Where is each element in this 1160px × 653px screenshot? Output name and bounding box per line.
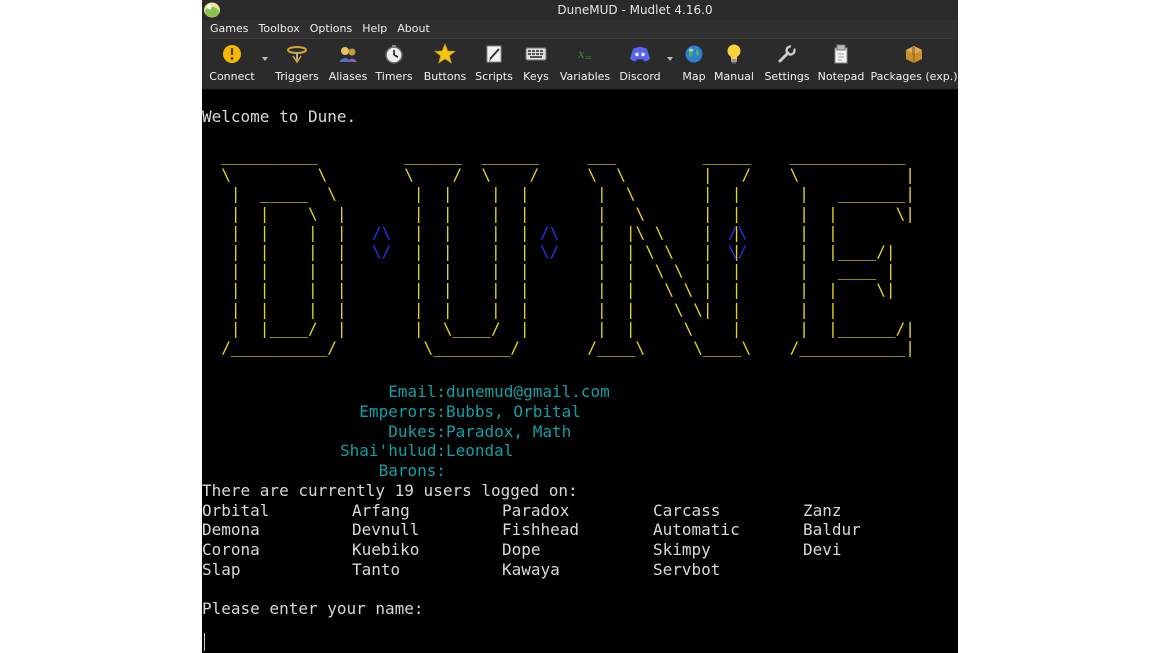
info-value-email: dunemud@gmail.com	[446, 382, 610, 401]
user-name: Skimpy	[653, 540, 711, 559]
triggers-label: Triggers	[275, 70, 319, 83]
map-label: Map	[682, 70, 706, 83]
user-name: Kuebiko	[352, 540, 420, 559]
info-label-emperors: Emperors:	[359, 402, 446, 421]
user-name: Tanto	[352, 560, 401, 579]
settings-button[interactable]: Settings	[764, 39, 810, 89]
svg-text:x: x	[578, 47, 585, 61]
notepad-label: Notepad	[817, 70, 865, 83]
user-name: Paradox	[502, 501, 570, 520]
user-name: Kawaya	[502, 560, 560, 579]
info-value-dukes: Paradox, Math	[446, 422, 572, 441]
keys-label: Keys	[523, 70, 549, 83]
info-value-shaihulud: Leondal	[446, 441, 514, 460]
discord-button[interactable]: Discord	[618, 39, 662, 89]
aliases-label: Aliases	[328, 70, 368, 83]
variables-button[interactable]: x = Variables	[558, 39, 612, 89]
connect-button[interactable]: Connect	[209, 39, 255, 89]
user-name: Baldur	[803, 520, 861, 539]
aliases-button[interactable]: Aliases	[328, 39, 368, 89]
user-name: Slap	[202, 560, 241, 579]
menu-toolbox[interactable]: Toolbox	[253, 20, 304, 38]
keyboard-icon	[525, 43, 547, 65]
scripts-button[interactable]: Scripts	[474, 39, 514, 89]
variables-label: Variables	[559, 70, 611, 83]
diamond-top-3: /\	[728, 222, 748, 242]
menu-options[interactable]: Options	[305, 20, 357, 38]
packages-button[interactable]: Packages (exp.)	[871, 39, 957, 89]
mudlet-window: DuneMUD - Mudlet 4.16.0 Games Toolbox Op…	[202, 0, 958, 653]
input-cursor[interactable]	[204, 633, 205, 651]
discord-label: Discord	[619, 70, 661, 83]
connect-dropdown-arrow[interactable]	[262, 57, 268, 61]
map-button[interactable]: Map	[678, 39, 710, 89]
user-name: Devi	[803, 540, 842, 559]
diamond-bottom-2: \/	[540, 242, 560, 261]
diamond-bottom-3: \/	[728, 242, 748, 261]
user-name: Fishhead	[502, 520, 580, 539]
buttons-label: Buttons	[423, 70, 467, 83]
package-icon	[903, 43, 925, 65]
buttons-button[interactable]: Buttons	[422, 39, 468, 89]
user-name: Zanz	[803, 501, 842, 520]
triggers-icon	[286, 43, 308, 65]
title-bar: DuneMUD - Mudlet 4.16.0	[202, 0, 958, 20]
settings-label: Settings	[764, 70, 810, 83]
timers-icon	[383, 43, 405, 65]
info-value-emperors: Bubbs, Orbital	[446, 402, 581, 421]
menu-help[interactable]: Help	[357, 20, 392, 38]
lightbulb-icon	[723, 43, 745, 65]
scripts-icon	[483, 43, 505, 65]
user-name: Carcass	[653, 501, 721, 520]
main-toolbar: Connect Triggers Aliases Timers Buttons …	[202, 39, 958, 90]
variables-icon: x =	[574, 43, 596, 65]
user-name: Servbot	[653, 560, 721, 579]
connect-icon	[221, 43, 243, 65]
aliases-icon	[337, 43, 359, 65]
connect-label: Connect	[209, 70, 255, 83]
user-name: Arfang	[352, 501, 410, 520]
menu-about[interactable]: About	[392, 20, 435, 38]
user-name: Demona	[202, 520, 260, 539]
timers-button[interactable]: Timers	[374, 39, 414, 89]
user-name: Orbital	[202, 501, 270, 520]
discord-dropdown-arrow[interactable]	[667, 57, 673, 61]
user-name: Corona	[202, 540, 260, 559]
wrench-icon	[776, 43, 798, 65]
info-label-shaihulud: Shai'hulud:	[340, 441, 446, 460]
scripts-label: Scripts	[475, 70, 513, 83]
notepad-button[interactable]: Notepad	[818, 39, 864, 89]
main-console[interactable]: Welcome to Dune. __________ ______ _____…	[202, 90, 958, 653]
user-name: Dope	[502, 540, 541, 559]
users-header: There are currently 19 users logged on:	[202, 481, 578, 500]
packages-label: Packages (exp.)	[870, 70, 958, 83]
manual-button[interactable]: Manual	[714, 39, 754, 89]
ascii-diamonds: /\ \/ /\ \/ /\ \/	[202, 146, 958, 376]
welcome-text: Welcome to Dune.	[202, 107, 357, 126]
menu-games[interactable]: Games	[205, 20, 253, 38]
info-label-email: Email:	[388, 382, 446, 401]
menu-bar: Games Toolbox Options Help About	[202, 20, 958, 39]
svg-text:=: =	[585, 53, 592, 62]
globe-icon	[683, 43, 705, 65]
notepad-icon	[830, 43, 852, 65]
keys-button[interactable]: Keys	[520, 39, 552, 89]
star-icon	[434, 43, 456, 65]
diamond-bottom-1: \/	[372, 242, 392, 261]
info-label-dukes: Dukes:	[388, 422, 446, 441]
manual-label: Manual	[714, 70, 754, 83]
diamond-top-1: /\	[372, 222, 392, 242]
triggers-button[interactable]: Triggers	[274, 39, 320, 89]
user-name: Automatic	[653, 520, 740, 539]
window-title: DuneMUD - Mudlet 4.16.0	[557, 3, 713, 17]
info-label-barons: Barons:	[378, 461, 446, 480]
user-name: Devnull	[352, 520, 420, 539]
discord-icon	[629, 43, 651, 65]
timers-label: Timers	[375, 70, 413, 83]
diamond-top-2: /\	[540, 222, 560, 242]
name-prompt: Please enter your name:	[202, 599, 424, 618]
